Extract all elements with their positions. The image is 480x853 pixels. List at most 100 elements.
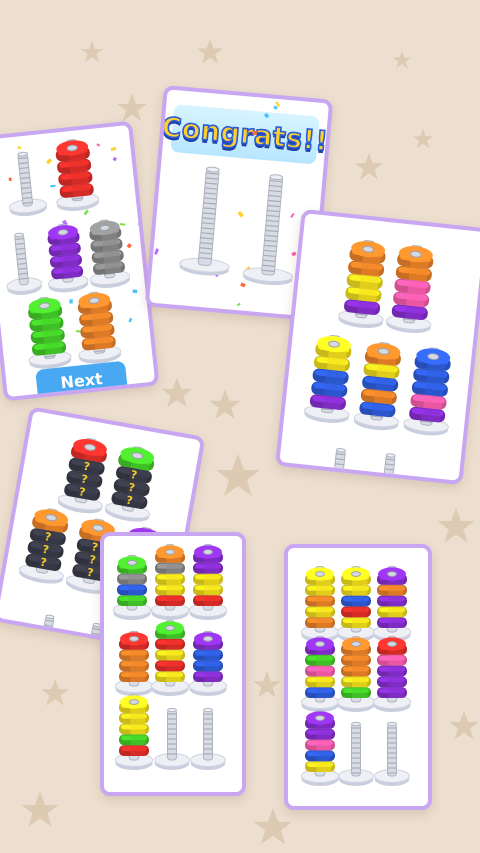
nut: [377, 654, 407, 666]
nut: [155, 660, 185, 672]
nut: [119, 723, 149, 735]
bolt-tip: [14, 232, 24, 238]
bolt-tip: [38, 302, 51, 309]
peg-base: [320, 475, 355, 481]
nut: [117, 584, 147, 596]
bolt-tip: [315, 571, 325, 577]
nut: [119, 660, 149, 672]
confetti: [236, 302, 241, 307]
star-icon: [161, 377, 193, 408]
next-button-label: Next: [59, 369, 104, 393]
nut: [377, 617, 407, 628]
nut: [305, 687, 335, 698]
nut: [305, 739, 335, 751]
peg-base: [320, 472, 356, 481]
bolt-tip: [203, 635, 213, 642]
confetti: [112, 156, 118, 162]
nut: [341, 595, 371, 607]
card-3-board: [304, 239, 451, 481]
bolt-tip: [377, 347, 390, 355]
confetti: [83, 209, 89, 216]
confetti: [17, 146, 22, 150]
level-card-6[interactable]: [284, 544, 432, 810]
bolt-tip: [203, 707, 213, 713]
level-card-5[interactable]: [100, 532, 246, 796]
star-icon: [197, 39, 223, 64]
nut: [155, 595, 185, 606]
star-icon: [209, 389, 241, 420]
nut: [305, 595, 335, 607]
nut: [341, 654, 371, 666]
nut: [377, 606, 407, 618]
bolt: [261, 176, 284, 276]
star-icon: [21, 791, 59, 827]
nut: [119, 734, 149, 746]
star-icon: [412, 128, 434, 149]
bolt-tip: [362, 245, 375, 253]
bolt-tip: [387, 571, 397, 577]
bolt-tip: [351, 641, 361, 647]
bolt-tip: [351, 571, 361, 577]
nut: [305, 617, 335, 628]
bolt: [203, 709, 213, 761]
level-card-3[interactable]: [275, 208, 480, 486]
confetti: [96, 143, 101, 147]
nut: [341, 687, 371, 698]
peg-base: [29, 634, 62, 648]
bolt-tip: [427, 353, 440, 361]
nut: [193, 660, 223, 672]
nut: [117, 595, 147, 606]
confetti: [240, 282, 246, 288]
nut: [155, 638, 185, 650]
confetti: [110, 146, 117, 152]
nut: [193, 584, 223, 596]
confetti: [8, 177, 12, 182]
nut: [341, 606, 371, 618]
star-icon: [355, 153, 383, 180]
bolt: [387, 723, 397, 777]
card-1-board: [6, 139, 144, 369]
bolt-tip: [165, 625, 175, 631]
bolt: [351, 723, 361, 777]
nut: [377, 676, 407, 688]
star-icon: [41, 679, 69, 706]
bolt-tip: [336, 448, 346, 453]
confetti: [132, 289, 138, 294]
nut: [305, 584, 335, 596]
nut: [305, 606, 335, 618]
confetti: [290, 212, 295, 218]
bolt-tip: [66, 144, 78, 152]
confetti: [126, 243, 133, 249]
bolt-tip: [328, 340, 340, 348]
nut: [119, 671, 149, 682]
bolt-tip: [385, 453, 396, 458]
star-icon: [117, 93, 147, 122]
bolt-tip: [203, 549, 213, 555]
card-5-board: [112, 544, 228, 770]
bolt: [41, 616, 55, 644]
nut: [155, 649, 185, 661]
nut: [305, 654, 335, 666]
nut: [155, 671, 185, 682]
nut: [119, 712, 149, 724]
bolt-tip: [129, 635, 139, 642]
star-icon: [253, 807, 293, 845]
star-icon: [216, 454, 260, 496]
card-6-board: [300, 566, 412, 786]
nut: [305, 761, 335, 772]
bolt-tip: [410, 250, 422, 258]
bolt-tip: [315, 641, 325, 647]
level-card-1[interactable]: Next: [0, 120, 160, 402]
peg-base: [369, 480, 405, 481]
nut: [305, 676, 335, 688]
nut: [119, 649, 149, 661]
bolt: [14, 234, 29, 286]
bolt: [17, 153, 33, 207]
bolt-tip: [167, 707, 177, 713]
bolt: [167, 709, 177, 761]
nut: [377, 595, 407, 607]
nut: [193, 595, 223, 606]
nut: [305, 750, 335, 762]
bolt: [382, 454, 396, 481]
nut: [377, 687, 407, 698]
